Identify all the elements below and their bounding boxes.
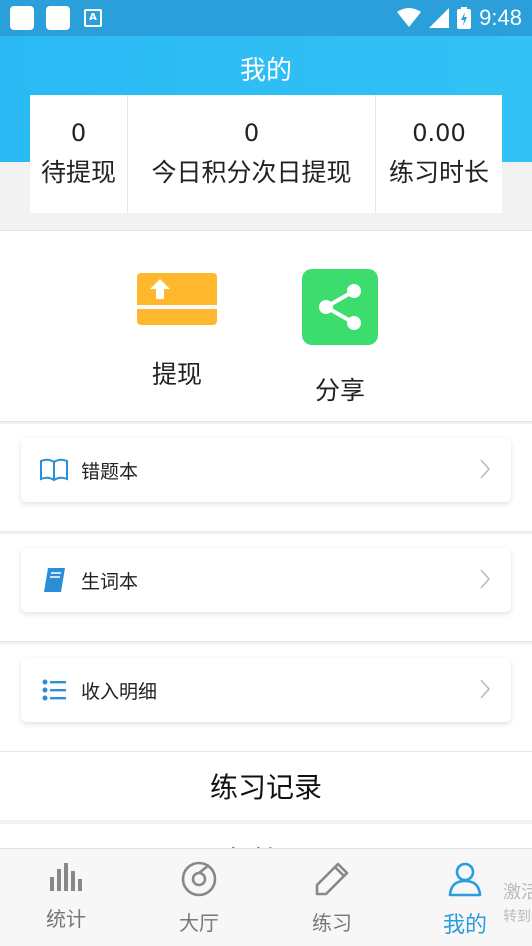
chevron-right-icon: [480, 569, 491, 589]
stat-label: 今日积分次日提现: [151, 158, 352, 187]
action-panel: 提现 分享: [0, 230, 532, 422]
vocab-book-section: 生词本: [0, 534, 532, 642]
income-detail-item[interactable]: 收入明细: [21, 658, 511, 722]
tab-mine[interactable]: 我的: [420, 861, 510, 939]
withdraw-button[interactable]: 提现: [117, 269, 237, 391]
practice-record-header: 练习记录: [0, 752, 532, 820]
signal-icon: [429, 8, 450, 28]
share-icon: [302, 269, 378, 345]
vocab-book-item[interactable]: 生词本: [21, 548, 511, 612]
stats-card: 0 待提现 0 今日积分次日提现 0.00 练习时长: [30, 95, 502, 213]
bottom-tab-bar: 统计 大厅 练习 我的 激活 转到: [0, 848, 532, 946]
battery-icon: [457, 7, 472, 29]
wrong-book-item[interactable]: 错题本: [21, 438, 511, 502]
pencil-icon: [315, 862, 349, 896]
stat-label: 练习时长: [388, 158, 489, 187]
app-notification-icon: [10, 6, 34, 30]
book-icon: [39, 565, 69, 595]
stat-value: 0: [243, 119, 260, 147]
watermark-line-1: 激活: [503, 882, 532, 903]
list-icon: [39, 675, 69, 705]
chevron-right-icon: [480, 459, 491, 479]
tab-statistics[interactable]: 统计: [21, 861, 111, 932]
withdraw-icon: [137, 273, 217, 325]
app-notification-icon-2: [46, 6, 70, 30]
tab-label: 练习: [312, 911, 352, 935]
wifi-icon: [397, 8, 422, 27]
wrong-book-section: 错题本: [0, 424, 532, 532]
stat-value: 0.00: [412, 119, 466, 147]
tab-hall[interactable]: 大厅: [154, 861, 244, 936]
status-time: 9:48: [479, 5, 522, 30]
stat-value: 0: [70, 119, 87, 147]
stat-label: 待提现: [40, 158, 116, 187]
disc-icon: [181, 861, 217, 897]
user-icon: [448, 862, 482, 897]
stat-pending-withdraw: 0 待提现: [30, 95, 128, 213]
withdraw-label: 提现: [151, 360, 202, 389]
wrong-book-label: 错题本: [81, 460, 139, 483]
share-button[interactable]: 分享: [280, 269, 400, 407]
bar-chart-icon: [50, 863, 82, 891]
tab-label: 我的: [442, 913, 487, 938]
vocab-book-label: 生词本: [81, 570, 139, 593]
accessibility-icon: A: [84, 9, 102, 27]
tab-practice[interactable]: 练习: [287, 861, 377, 936]
activation-watermark: 激活 转到: [503, 881, 532, 929]
page-title: 我的: [239, 56, 292, 86]
status-bar: A 9:48: [0, 0, 532, 36]
open-book-icon: [39, 455, 69, 485]
stat-today-points: 0 今日积分次日提现: [128, 95, 376, 213]
tab-label: 统计: [46, 907, 86, 931]
watermark-line-2: 转到: [503, 909, 531, 925]
practice-record-title: 练习记录: [209, 771, 322, 804]
income-detail-section: 收入明细: [0, 644, 532, 752]
stat-practice-duration: 0.00 练习时长: [376, 95, 502, 213]
chevron-right-icon: [480, 679, 491, 699]
income-detail-label: 收入明细: [81, 680, 158, 703]
share-label: 分享: [314, 376, 365, 405]
tab-label: 大厅: [179, 911, 219, 935]
